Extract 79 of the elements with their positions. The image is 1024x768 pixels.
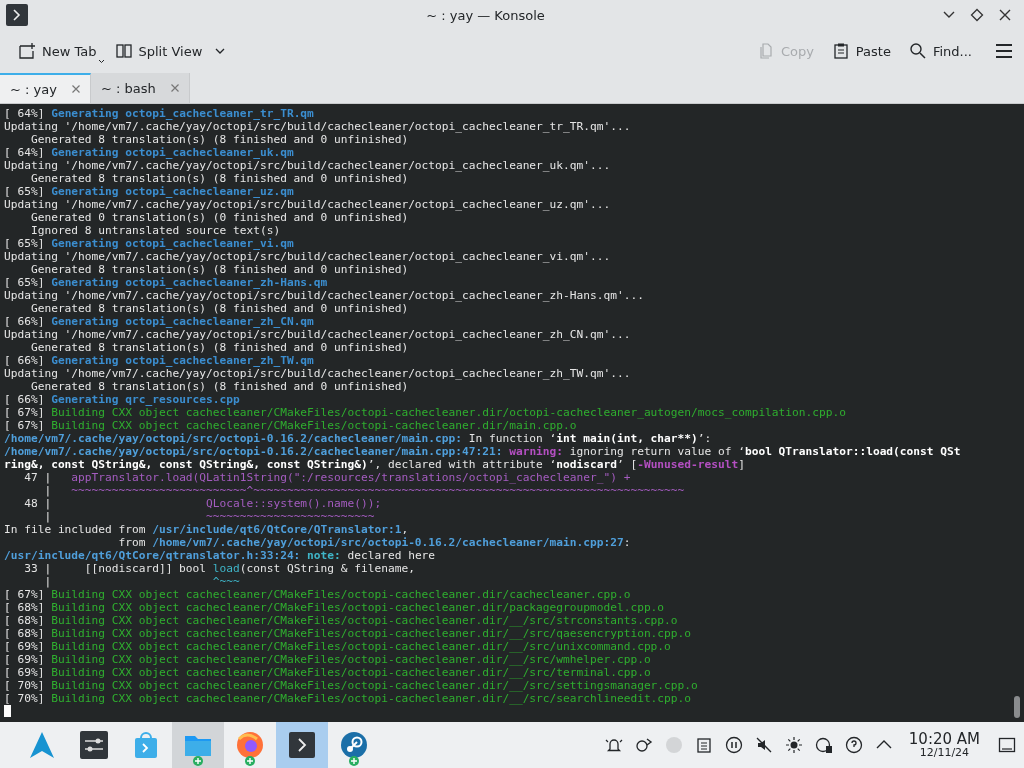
terminal-line: | ~~~~~~~~~~~~~~~~~~~~~~~~~~^~~~~~~~~~~~~~~~~~~~~~~~~~~~~~~~~~~~~~~~~~~~~~~~~~~~~~~~~~~~~~~~~ [43,484,686,497]
terminal-line: In file included from /usr/include/qt6/QtCore/QTranslator:1, [4,523,410,536]
terminal-tab[interactable]: ~ : bash [90,73,190,103]
terminal-line: Updating '/home/vm7/.cache/yay/octopi/src/build/cachecleaner/octopi_cachecleaner_zh-Hans.qm'... [4,289,645,302]
terminal-line: Updating '/home/vm7/.cache/yay/octopi/src/build/cachecleaner/octopi_cachecleaner_uz.qm'... [4,198,612,211]
notification-bell-icon[interactable] [604,736,623,754]
terminal-line: Updating '/home/vm7/.cache/yay/octopi/src/build/cachecleaner/octopi_cachecleaner_zh_CN.qm'... [4,328,632,341]
search-icon [908,42,927,60]
terminal-line: [ 64%] Generating octopi_cachecleaner_uk.qm [4,146,295,159]
paste-button[interactable]: Paste [825,38,897,64]
new-tab-icon [18,42,36,60]
menu-icon[interactable] [994,41,1014,61]
terminal-line: /home/vm7/.cache/yay/octopi/src/octopi-0.16.2/cachecleaner/main.cpp:47:21: warning: ignoring return value of ‘bool QTranslator::load(const QSt [4,445,962,458]
terminal-line: [ 65%] Generating octopi_cachecleaner_zh-Hans.qm [4,276,329,289]
terminal-line: [ 67%] Building CXX object cachecleaner/CMakeFiles/octopi-cachecleaner.dir/octopi-cachecleaner_autogen/mocs_compilation.cpp.o [4,406,847,419]
terminal-icon [287,730,317,760]
task-button[interactable] [276,722,328,768]
terminal-line: Generated 0 translation(s) (0 finished and 0 unfinished) [29,211,410,224]
terminal-line: [ 69%] Building CXX object cachecleaner/CMakeFiles/octopi-cachecleaner.dir/__/src/unixcommand.cpp.o [4,640,672,653]
terminal-line: /home/vm7/.cache/yay/octopi/src/octopi-0.16.2/cachecleaner/main.cpp: In function ‘int main(int, char**)’: [4,432,713,445]
terminal-line: [ 67%] Building CXX object cachecleaner/CMakeFiles/octopi-cachecleaner.dir/main.cpp.o [4,419,578,432]
terminal-line: [ 66%] Generating octopi_cachecleaner_zh_CN.qm [4,315,315,328]
clipboard-icon[interactable] [694,736,713,754]
terminal-line: from /home/vm7/.cache/yay/octopi/src/octopi-0.16.2/cachecleaner/main.cpp:27: [117,536,632,549]
terminal-line: 47 | appTranslator.load(QLatin1String(":/resources/translations/octopi_cachecleaner_") + [23,471,632,484]
sliders-icon [79,730,109,760]
terminal-line: [ 69%] Building CXX object cachecleaner/CMakeFiles/octopi-cachecleaner.dir/__/src/terminal.cpp.o [4,666,652,679]
terminal-line: Updating '/home/vm7/.cache/yay/octopi/src/build/cachecleaner/octopi_cachecleaner_uk.qm'... [4,159,612,172]
find-button[interactable]: Find... [902,38,978,64]
terminal-line: ring&, const QString&, const QString&, const QString&)’, declared with attribute ‘nodiscard’ [-Wunused-result] [4,458,746,471]
terminal-line: Ignored 8 untranslated source text(s) [29,224,282,237]
pause-icon[interactable] [724,736,743,754]
terminal-line: [ 65%] Generating octopi_cachecleaner_vi.qm [4,237,295,250]
terminal-line: Generated 8 translation(s) (8 finished and 0 unfinished) [29,341,410,354]
terminal-line: | ~~~~~~~~~~~~~~~~~~~~~~~~~ [43,510,376,523]
terminal-line: /usr/include/qt6/QtCore/qtranslator.h:33:24: note: declared here [4,549,437,562]
clipboard-icon [831,42,850,60]
terminal-line: Updating '/home/vm7/.cache/yay/octopi/src/build/cachecleaner/octopi_cachecleaner_zh_TW.qm'... [4,367,632,380]
terminal-line: [ 69%] Building CXX object cachecleaner/CMakeFiles/octopi-cachecleaner.dir/__/src/wmhelper.cpp.o [4,653,652,666]
terminal-line: [ 70%] Building CXX object cachecleaner/CMakeFiles/octopi-cachecleaner.dir/__/src/settingsmanager.cpp.o [4,679,699,692]
terminal-line: Generated 8 translation(s) (8 finished and 0 unfinished) [29,133,410,146]
split-view-button[interactable]: Split View [108,38,233,64]
terminal-line: [ 68%] Building CXX object cachecleaner/CMakeFiles/octopi-cachecleaner.dir/__/src/strconstants.cpp.o [4,614,679,627]
arrow-logo-icon [27,730,57,760]
terminal-line: [ 65%] Generating octopi_cachecleaner_uz.qm [4,185,295,198]
terminal-line: [ 68%] Building CXX object cachecleaner/CMakeFiles/octopi-cachecleaner.dir/__/src/qaesencryption.cpp.o [4,627,693,640]
terminal-app-icon [5,3,29,27]
close-icon[interactable] [998,8,1012,22]
steam-logo-icon [339,730,369,760]
terminal-line: Generated 8 translation(s) (8 finished and 0 unfinished) [29,263,410,276]
muted-speaker-icon[interactable] [754,736,773,754]
terminal-line: Generated 8 translation(s) (8 finished and 0 unfinished) [29,172,410,185]
terminal-line: [ 66%] Generating qrc_resources.cpp [4,393,241,406]
text-cursor [4,705,11,717]
new-tab-button[interactable]: New Tab [12,38,103,64]
brightness-icon[interactable] [784,736,803,754]
terminal-line: | ^~~~ [43,575,241,588]
terminal-line: Generated 8 translation(s) (8 finished and 0 unfinished) [29,302,410,315]
help-icon[interactable] [844,736,863,754]
clock-time[interactable]: 10:20 AM [908,730,980,748]
caret-icon [97,59,105,64]
terminal-line: 33 | [[nodiscard]] bool load(const QString & filename, [23,562,416,575]
network-icon[interactable] [634,736,653,754]
browser-globe-icon [235,730,265,760]
window-title: ~ : yay — Konsole [425,7,546,23]
show-desktop-icon[interactable] [998,736,1016,754]
terminal-line: [ 64%] Generating octopi_cachecleaner_tr_TR.qm [4,107,315,120]
terminal-line: Updating '/home/vm7/.cache/yay/octopi/src/build/cachecleaner/octopi_cachecleaner_vi.qm'... [4,250,612,263]
terminal-tab[interactable]: ~ : yay [0,73,91,103]
terminal-line: Updating '/home/vm7/.cache/yay/octopi/src/build/cachecleaner/octopi_cachecleaner_tr_TR.qm'... [4,120,632,133]
maximize-icon[interactable] [970,8,984,22]
terminal-line: [ 66%] Generating octopi_cachecleaner_zh_TW.qm [4,354,315,367]
terminal-line: [ 70%] Building CXX object cachecleaner/CMakeFiles/octopi-cachecleaner.dir/__/src/searchlineedit.cpp.o [4,692,693,705]
terminal-line: [ 68%] Building CXX object cachecleaner/CMakeFiles/octopi-cachecleaner.dir/packagegroupmodel.cpp.o [4,601,666,614]
terminal-line: Generated 8 translation(s) (8 finished and 0 unfinished) [29,380,410,393]
terminal-line: 48 | QLocale::system().name()); [23,497,383,510]
clock-date[interactable]: 12/11/24 [919,747,970,760]
split-view-icon [114,42,133,60]
terminal-line: [ 67%] Building CXX object cachecleaner/CMakeFiles/octopi-cachecleaner.dir/cachecleaner.cpp.o [4,588,632,601]
